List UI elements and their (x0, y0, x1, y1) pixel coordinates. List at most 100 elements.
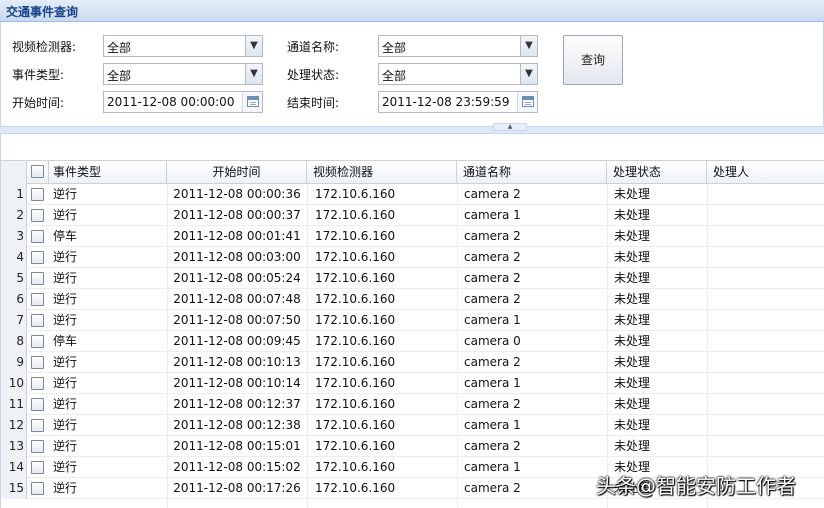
cell-process-status: 未处理 (614, 271, 651, 285)
cell-channel-name: camera 2 (464, 355, 521, 369)
event-type-select[interactable]: 全部 ▼ (103, 63, 263, 85)
cell-video-detector: 172.10.6.160 (315, 334, 396, 348)
row-number: 8 (1, 331, 27, 352)
cell-event-type: 逆行 (53, 376, 78, 390)
table-row[interactable]: 9 逆行 2011-12-08 00:10:13 172.10.6.160 camera… (1, 352, 824, 373)
table-row[interactable]: 11 逆行 2011-12-08 00:12:37 172.10.6.160 camer… (1, 394, 824, 415)
table-row[interactable]: 1 逆行 2011-12-08 00:00:36 172.10.6.160 camera… (1, 184, 824, 205)
row-number: 4 (1, 247, 27, 268)
cell-start-time: 2011-12-08 00:01:41 (173, 229, 301, 243)
row-number: 14 (1, 457, 27, 478)
row-checkbox[interactable] (31, 314, 44, 327)
row-checkbox[interactable] (31, 398, 44, 411)
row-checkbox[interactable] (31, 209, 44, 222)
col-header-process-status[interactable]: 处理状态 (607, 161, 707, 184)
cell-handler (707, 268, 824, 289)
cell-handler (707, 415, 824, 436)
row-number: 9 (1, 352, 27, 373)
chevron-down-icon[interactable]: ▼ (245, 64, 262, 84)
cell-start-time: 2011-12-08 00:15:01 (173, 439, 301, 453)
table-row[interactable]: 6 逆行 2011-12-08 00:07:48 172.10.6.160 camera… (1, 289, 824, 310)
row-checkbox[interactable] (31, 188, 44, 201)
query-button[interactable]: 查询 (563, 35, 623, 85)
cell-event-type: 逆行 (53, 187, 78, 201)
table-row[interactable]: 13 逆行 2011-12-08 00:15:01 172.10.6.160 camer… (1, 436, 824, 457)
cell-start-time: 2011-12-08 00:00:37 (173, 208, 301, 222)
cell-handler (707, 247, 824, 268)
row-checkbox[interactable] (31, 335, 44, 348)
col-header-channel-name[interactable]: 通道名称 (457, 161, 607, 184)
row-checkbox[interactable] (31, 251, 44, 264)
row-number: 13 (1, 436, 27, 457)
row-checkbox[interactable] (31, 440, 44, 453)
chevron-down-icon[interactable]: ▼ (520, 64, 537, 84)
collapse-up-icon[interactable]: ▲ (493, 123, 527, 131)
row-checkbox[interactable] (31, 419, 44, 432)
panel-splitter[interactable] (0, 126, 824, 134)
row-checkbox[interactable] (31, 461, 44, 474)
table-row[interactable]: 8 停车 2011-12-08 00:09:45 172.10.6.160 camera… (1, 331, 824, 352)
row-number: 10 (1, 373, 27, 394)
table-row[interactable]: 7 逆行 2011-12-08 00:07:50 172.10.6.160 camera… (1, 310, 824, 331)
start-time-field[interactable]: 2011-12-08 00:00:00 (103, 91, 263, 113)
cell-process-status: 未处理 (614, 334, 651, 348)
row-checkbox[interactable] (31, 482, 44, 495)
start-time-value: 2011-12-08 00:00:00 (107, 95, 235, 109)
table-row[interactable]: 5 逆行 2011-12-08 00:05:24 172.10.6.160 camera… (1, 268, 824, 289)
channel-name-label: 通道名称: (287, 40, 340, 54)
row-checkbox[interactable] (31, 230, 44, 243)
row-number: 12 (1, 415, 27, 436)
cell-process-status: 未处理 (614, 376, 651, 390)
cell-event-type: 逆行 (53, 439, 78, 453)
row-number: 3 (1, 226, 27, 247)
cell-channel-name: camera 1 (464, 376, 521, 390)
end-time-field[interactable]: 2011-12-08 23:59:59 (378, 91, 538, 113)
chevron-down-icon[interactable]: ▼ (245, 36, 262, 56)
row-number: 11 (1, 394, 27, 415)
table-row[interactable]: 3 停车 2011-12-08 00:01:41 172.10.6.160 camera… (1, 226, 824, 247)
cell-video-detector: 172.10.6.160 (315, 460, 396, 474)
row-checkbox[interactable] (31, 293, 44, 306)
col-header-start-time[interactable]: 开始时间 (167, 161, 307, 184)
cell-channel-name: camera 0 (464, 334, 521, 348)
cell-event-type: 逆行 (53, 397, 78, 411)
cell-handler (707, 310, 824, 331)
cell-start-time: 2011-12-08 00:03:00 (173, 250, 301, 264)
cell-video-detector: 172.10.6.160 (315, 439, 396, 453)
cell-process-status: 未处理 (614, 418, 651, 432)
calendar-icon[interactable] (517, 92, 537, 112)
watermark: 头条@智能安防工作者 (596, 474, 796, 498)
cell-video-detector: 172.10.6.160 (315, 229, 396, 243)
table-row[interactable]: 10 逆行 2011-12-08 00:10:14 172.10.6.160 camer… (1, 373, 824, 394)
video-detector-select[interactable]: 全部 ▼ (103, 35, 263, 57)
cell-video-detector: 172.10.6.160 (315, 313, 396, 327)
table-row[interactable]: 12 逆行 2011-12-08 00:12:38 172.10.6.160 camer… (1, 415, 824, 436)
col-header-handler[interactable]: 处理人 (707, 161, 824, 184)
calendar-icon[interactable] (242, 92, 262, 112)
cell-start-time: 2011-12-08 00:10:14 (173, 376, 301, 390)
select-all-header[interactable] (27, 161, 49, 184)
channel-name-select[interactable]: 全部 ▼ (378, 35, 538, 57)
col-header-video-detector[interactable]: 视频检测器 (307, 161, 457, 184)
row-checkbox[interactable] (31, 272, 44, 285)
cell-handler (707, 184, 824, 205)
cell-video-detector: 172.10.6.160 (315, 208, 396, 222)
event-type-value: 全部 (107, 69, 132, 83)
chevron-down-icon[interactable]: ▼ (520, 36, 537, 56)
row-checkbox[interactable] (31, 356, 44, 369)
process-status-select[interactable]: 全部 ▼ (378, 63, 538, 85)
cell-handler (707, 331, 824, 352)
cell-event-type: 逆行 (53, 271, 78, 285)
row-number: 1 (1, 184, 27, 205)
select-all-checkbox[interactable] (31, 165, 44, 178)
cell-handler (707, 373, 824, 394)
table-row[interactable]: 4 逆行 2011-12-08 00:03:00 172.10.6.160 camera… (1, 247, 824, 268)
cell-event-type: 逆行 (53, 250, 78, 264)
row-number: 5 (1, 268, 27, 289)
cell-channel-name: camera 2 (464, 439, 521, 453)
table-row[interactable]: 2 逆行 2011-12-08 00:00:37 172.10.6.160 camera… (1, 205, 824, 226)
panel-header: 交通事件查询 (0, 0, 824, 22)
row-checkbox[interactable] (31, 377, 44, 390)
cell-start-time: 2011-12-08 00:07:48 (173, 292, 301, 306)
col-header-event-type[interactable]: 事件类型 (49, 161, 167, 184)
